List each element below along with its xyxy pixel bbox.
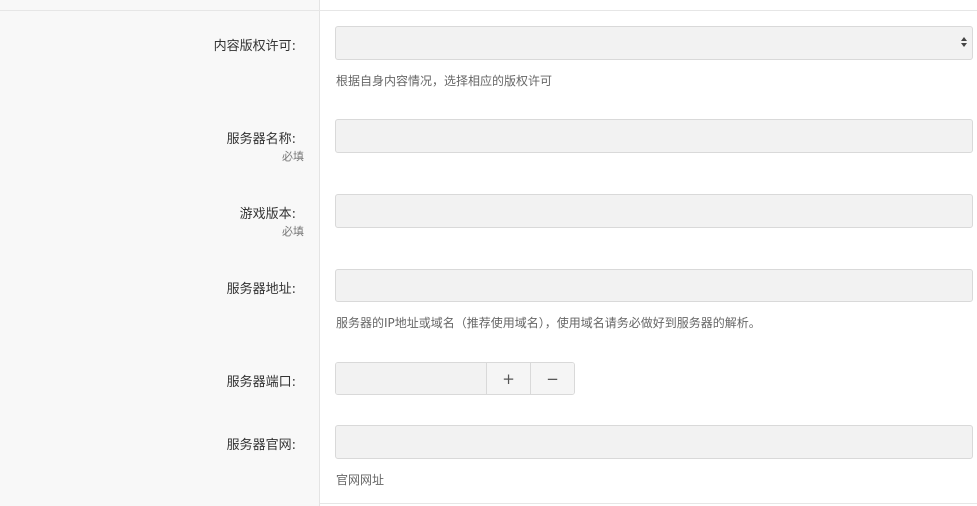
server-website-label: 服务器官网: xyxy=(226,438,296,453)
increment-button[interactable]: + xyxy=(486,363,530,394)
server-address-label: 服务器地址: xyxy=(226,282,296,297)
server-address-input[interactable] xyxy=(336,270,972,301)
decrement-button[interactable]: − xyxy=(530,363,574,394)
server-website-field[interactable] xyxy=(335,425,973,459)
license-label: 内容版权许可: xyxy=(213,39,296,54)
server-port-stepper: + − xyxy=(335,362,575,395)
server-name-required: 必填 xyxy=(282,150,304,163)
bottom-divider xyxy=(320,503,977,504)
server-name-field[interactable] xyxy=(335,119,973,153)
server-port-input[interactable] xyxy=(336,363,486,394)
game-version-required: 必填 xyxy=(282,225,304,238)
server-address-hint: 服务器的IP地址或域名（推荐使用域名），使用域名请务必做好到服务器的解析。 xyxy=(336,316,761,330)
server-port-label: 服务器端口: xyxy=(226,375,296,390)
server-address-field[interactable] xyxy=(335,269,973,302)
license-select-control[interactable] xyxy=(336,27,972,59)
game-version-field[interactable] xyxy=(335,194,973,228)
server-name-input[interactable] xyxy=(336,120,972,152)
top-divider xyxy=(0,10,977,11)
label-column xyxy=(0,0,320,506)
server-website-hint: 官网网址 xyxy=(336,473,385,487)
license-hint: 根据自身内容情况，选择相应的版权许可 xyxy=(336,74,553,88)
game-version-label: 游戏版本: xyxy=(239,207,296,222)
server-website-input[interactable] xyxy=(336,426,972,458)
server-name-label: 服务器名称: xyxy=(226,132,296,147)
license-select[interactable] xyxy=(335,26,973,60)
game-version-input[interactable] xyxy=(336,195,972,227)
